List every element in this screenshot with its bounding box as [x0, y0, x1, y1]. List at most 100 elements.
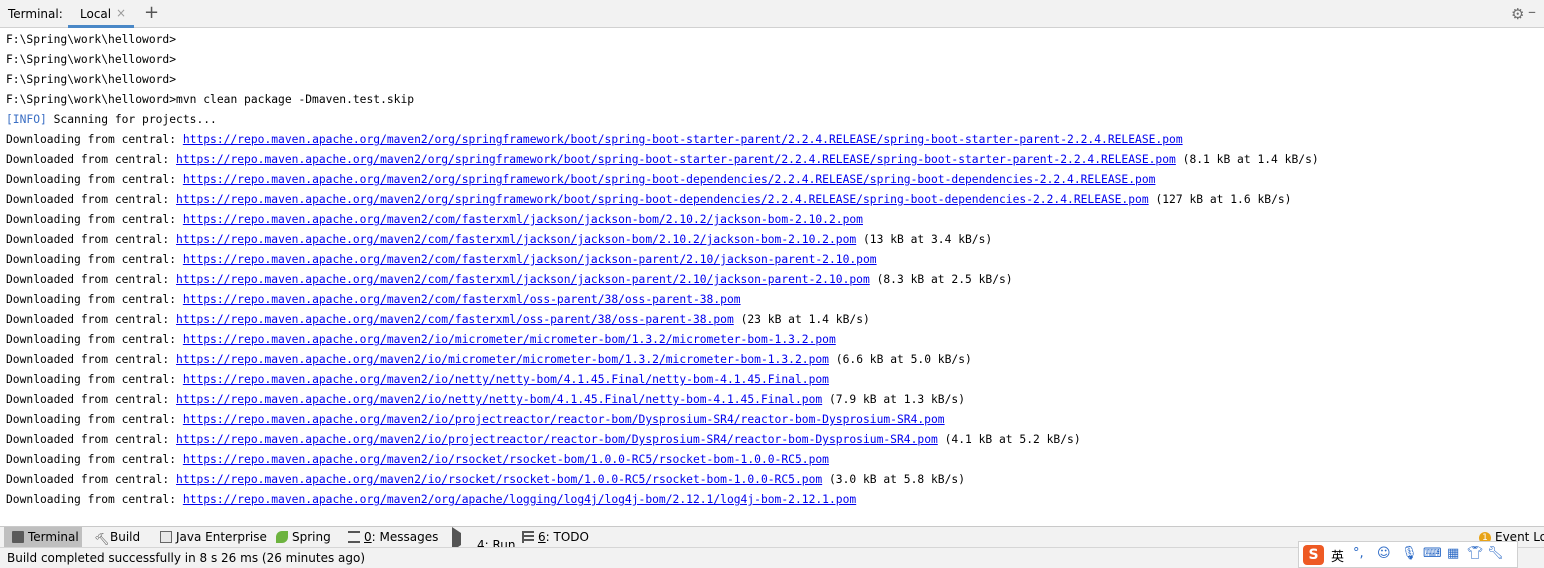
- terminal-line: F:\Spring\work\helloword>: [6, 30, 176, 50]
- line-prefix: Downloading from central:: [6, 493, 183, 506]
- terminal-line: Downloaded from central: https://repo.ma…: [6, 470, 965, 490]
- terminal-line: Downloading from central: https://repo.m…: [6, 370, 829, 390]
- sogou-logo-icon[interactable]: S: [1303, 545, 1324, 565]
- toolwindow-terminal-button[interactable]: Terminal: [4, 527, 82, 547]
- line-prefix: Downloaded from central:: [6, 353, 177, 366]
- tab-local[interactable]: Local ×: [68, 0, 134, 28]
- emoji-icon[interactable]: ☺: [1377, 546, 1391, 561]
- artifact-url-link[interactable]: https://repo.maven.apache.org/maven2/org…: [176, 193, 1149, 206]
- download-stats: (23 kB at 1.4 kB/s): [733, 313, 870, 326]
- terminal-icon: [12, 531, 24, 543]
- terminal-line: Downloading from central: https://repo.m…: [6, 450, 829, 470]
- line-prefix: Downloading from central:: [6, 293, 183, 306]
- download-stats: (6.6 kB at 5.0 kB/s): [828, 353, 972, 366]
- artifact-url-link[interactable]: https://repo.maven.apache.org/maven2/com…: [183, 253, 877, 266]
- line-prefix: Downloading from central:: [6, 213, 183, 226]
- terminal-line: F:\Spring\work\helloword>: [6, 70, 176, 90]
- terminal-line: Downloaded from central: https://repo.ma…: [6, 390, 965, 410]
- artifact-url-link[interactable]: https://repo.maven.apache.org/maven2/com…: [183, 293, 741, 306]
- terminal-line: Downloading from central: https://repo.m…: [6, 290, 741, 310]
- terminal-line: Downloading from central: https://repo.m…: [6, 170, 1155, 190]
- line-prefix: Downloading from central:: [6, 453, 183, 466]
- toolwindow-todo-button[interactable]: 6: TODO: [522, 527, 589, 547]
- terminal-tab-bar: Terminal: Local × + ⚙ –: [0, 0, 1544, 28]
- line-prefix: Downloaded from central:: [6, 393, 177, 406]
- line-text: F:\Spring\work\helloword>: [6, 73, 177, 86]
- line-prefix: Downloading from central:: [6, 373, 183, 386]
- line-prefix: Downloaded from central:: [6, 153, 177, 166]
- artifact-url-link[interactable]: https://repo.maven.apache.org/maven2/io/…: [176, 393, 822, 406]
- artifact-url-link[interactable]: https://repo.maven.apache.org/maven2/com…: [176, 313, 734, 326]
- terminal-line: Downloading from central: https://repo.m…: [6, 210, 863, 230]
- toolwindow-java-enterprise-button[interactable]: Java Enterprise: [160, 527, 267, 547]
- terminal-line: Downloaded from central: https://repo.ma…: [6, 190, 1291, 210]
- log-level-info: [INFO]: [6, 113, 47, 126]
- spring-leaf-icon: [276, 531, 288, 543]
- line-text: F:\Spring\work\helloword>mvn clean packa…: [6, 93, 415, 106]
- artifact-url-link[interactable]: https://repo.maven.apache.org/maven2/org…: [176, 153, 1176, 166]
- close-tab-icon[interactable]: ×: [116, 6, 126, 20]
- line-prefix: Downloading from central:: [6, 333, 183, 346]
- terminal-output[interactable]: F:\Spring\work\helloword> F:\Spring\work\…: [0, 30, 1544, 524]
- line-prefix: Downloaded from central:: [6, 313, 177, 326]
- terminal-line: Downloaded from central: https://repo.ma…: [6, 230, 992, 250]
- terminal-line: Downloaded from central: https://repo.ma…: [6, 350, 972, 370]
- artifact-url-link[interactable]: https://repo.maven.apache.org/maven2/io/…: [176, 353, 829, 366]
- download-stats: (4.1 kB at 5.2 kB/s): [937, 433, 1081, 446]
- terminal-line: Downloaded from central: https://repo.ma…: [6, 310, 870, 330]
- terminal-line: Downloading from central: https://repo.m…: [6, 410, 945, 430]
- keyboard-icon[interactable]: ⌨: [1423, 546, 1442, 561]
- toolwindow-messages-button[interactable]: 0: Messages: [348, 527, 438, 547]
- artifact-url-link[interactable]: https://repo.maven.apache.org/maven2/io/…: [183, 413, 945, 426]
- artifact-url-link[interactable]: https://repo.maven.apache.org/maven2/io/…: [183, 453, 829, 466]
- tab-local-label: Local: [80, 7, 112, 21]
- new-session-button[interactable]: +: [144, 2, 159, 23]
- microphone-icon[interactable]: 🎙︎: [1401, 546, 1418, 561]
- status-message[interactable]: Build completed successfully in 8 s 26 m…: [7, 551, 365, 565]
- line-text: Scanning for projects...: [46, 113, 217, 126]
- download-stats: (8.3 kB at 2.5 kB/s): [869, 273, 1013, 286]
- artifact-url-link[interactable]: https://repo.maven.apache.org/maven2/org…: [183, 173, 1156, 186]
- toolwindow-spring-button[interactable]: Spring: [276, 527, 331, 547]
- download-stats: (13 kB at 3.4 kB/s): [856, 233, 993, 246]
- todo-list-icon: [522, 531, 534, 543]
- artifact-url-link[interactable]: https://repo.maven.apache.org/maven2/org…: [183, 133, 1183, 146]
- line-prefix: Downloading from central:: [6, 413, 183, 426]
- artifact-url-link[interactable]: https://repo.maven.apache.org/maven2/io/…: [176, 473, 822, 486]
- line-prefix: Downloaded from central:: [6, 473, 177, 486]
- wrench-icon[interactable]: 🔧︎: [1487, 546, 1504, 561]
- artifact-url-link[interactable]: https://repo.maven.apache.org/maven2/io/…: [183, 333, 836, 346]
- terminal-line: Downloading from central: https://repo.m…: [6, 330, 836, 350]
- terminal-line: Downloaded from central: https://repo.ma…: [6, 430, 1081, 450]
- toolwindow-build-button[interactable]: 🔨︎Build: [94, 527, 140, 547]
- artifact-url-link[interactable]: https://repo.maven.apache.org/maven2/com…: [176, 273, 870, 286]
- tool-window-title: Terminal:: [8, 7, 63, 21]
- terminal-line: Downloading from central: https://repo.m…: [6, 490, 856, 510]
- download-stats: (7.9 kB at 1.3 kB/s): [822, 393, 965, 406]
- line-prefix: Downloading from central:: [6, 173, 183, 186]
- hide-panel-button[interactable]: –: [1528, 2, 1536, 21]
- punctuation-icon[interactable]: °,: [1353, 546, 1364, 561]
- download-stats: (127 kB at 1.6 kB/s): [1148, 193, 1292, 206]
- line-prefix: Downloaded from central:: [6, 273, 177, 286]
- line-prefix: Downloading from central:: [6, 253, 183, 266]
- artifact-url-link[interactable]: https://repo.maven.apache.org/maven2/com…: [183, 213, 863, 226]
- toolbox-icon[interactable]: ▦: [1447, 546, 1459, 561]
- gear-icon[interactable]: ⚙: [1511, 5, 1524, 23]
- terminal-line: F:\Spring\work\helloword>mvn clean packa…: [6, 90, 414, 110]
- terminal-line: Downloaded from central: https://repo.ma…: [6, 270, 1013, 290]
- ime-language-toggle[interactable]: 英: [1331, 546, 1344, 565]
- terminal-line: F:\Spring\work\helloword>: [6, 50, 176, 70]
- java-enterprise-icon: [160, 531, 172, 543]
- download-stats: (8.1 kB at 1.4 kB/s): [1175, 153, 1319, 166]
- artifact-url-link[interactable]: https://repo.maven.apache.org/maven2/org…: [183, 493, 856, 506]
- artifact-url-link[interactable]: https://repo.maven.apache.org/maven2/io/…: [183, 373, 829, 386]
- line-prefix: Downloaded from central:: [6, 233, 177, 246]
- artifact-url-link[interactable]: https://repo.maven.apache.org/maven2/com…: [176, 233, 856, 246]
- ime-toolbar: S 英 °, ☺ 🎙︎ ⌨ ▦ 👕︎ 🔧︎: [1298, 541, 1518, 568]
- artifact-url-link[interactable]: https://repo.maven.apache.org/maven2/io/…: [176, 433, 938, 446]
- toolwindow-run-button[interactable]: 4: Run: [452, 527, 516, 552]
- hammer-icon: 🔨︎: [94, 532, 110, 546]
- terminal-line: Downloading from central: https://repo.m…: [6, 250, 877, 270]
- skin-shirt-icon[interactable]: 👕︎: [1467, 546, 1484, 561]
